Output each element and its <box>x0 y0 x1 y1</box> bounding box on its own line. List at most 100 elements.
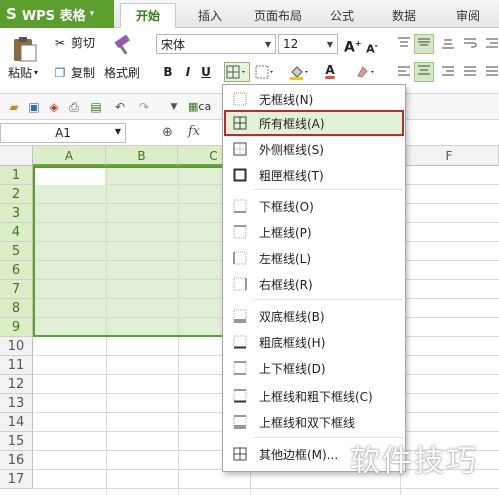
row-header[interactable]: 11 <box>0 356 33 375</box>
italic-button[interactable]: I <box>180 64 196 80</box>
align-right-icon[interactable] <box>440 64 456 80</box>
border-menu-item-label: 下框线(O) <box>259 199 314 214</box>
paste-button[interactable]: 粘贴 ▾ <box>8 64 38 81</box>
align-top-icon[interactable] <box>396 36 412 52</box>
border-menu-item[interactable]: 下框线(O) <box>225 194 403 218</box>
underline-button[interactable]: U <box>198 64 214 80</box>
wrap-text-icon[interactable] <box>462 36 478 52</box>
paste-icon[interactable] <box>10 34 40 64</box>
row-header[interactable]: 14 <box>0 413 33 432</box>
border-menu-item[interactable]: 上框线和双下框线 <box>225 410 403 434</box>
border-dropdown-button[interactable] <box>224 62 250 82</box>
border-menu-item[interactable]: 外侧框线(S) <box>225 137 403 161</box>
font-color-button[interactable]: A <box>318 62 342 78</box>
tab-insert[interactable]: 插入 <box>186 3 234 28</box>
font-size-select[interactable]: 12 ▼ <box>278 34 338 54</box>
align-center-icon[interactable] <box>414 62 434 82</box>
distributed-icon[interactable] <box>484 64 499 80</box>
ribbon-tab-bar: S WPS 表格 ▾ 开始 插入 页面布局 公式 数据 审阅 <box>0 0 499 28</box>
border-menu-item[interactable]: 所有框线(A) <box>224 110 404 136</box>
fill-color-icon[interactable] <box>288 64 312 80</box>
grow-font-icon[interactable]: A+ <box>344 36 362 56</box>
left-border-icon <box>233 251 247 265</box>
top-bottom-border-icon <box>233 361 247 375</box>
tab-data[interactable]: 数据 <box>380 3 428 28</box>
indent-icon[interactable] <box>484 36 499 52</box>
menu-separator <box>253 189 403 190</box>
row-header[interactable]: 13 <box>0 394 33 413</box>
border-menu-item[interactable]: 双底框线(B) <box>225 304 403 328</box>
grid-line <box>33 488 499 489</box>
no-border-icon <box>233 92 247 106</box>
cut-button[interactable]: ✂ 剪切 <box>52 34 95 51</box>
row-header[interactable]: 5 <box>0 242 33 261</box>
thick-box-border-icon <box>233 168 247 182</box>
column-header-b[interactable]: B <box>106 146 178 166</box>
row-header[interactable]: 15 <box>0 432 33 451</box>
border-menu-item-label: 双底框线(B) <box>259 309 325 324</box>
row-header[interactable]: 16 <box>0 451 33 470</box>
row-header[interactable]: 7 <box>0 280 33 299</box>
merge-cells-icon[interactable] <box>254 64 278 80</box>
name-box[interactable]: A1 ▼ <box>0 123 126 143</box>
border-menu-item[interactable]: 左框线(L) <box>225 246 403 270</box>
print-icon[interactable]: ⎙ <box>66 99 82 115</box>
open-folder-icon[interactable]: ▰ <box>6 99 22 115</box>
undo-icon[interactable]: ↶ <box>112 99 128 115</box>
row-header[interactable]: 10 <box>0 337 33 356</box>
save-icon[interactable]: ▣ <box>26 99 42 115</box>
border-menu-item[interactable]: 上框线(P) <box>225 220 403 244</box>
border-menu-item[interactable]: 无框线(N) <box>225 87 403 111</box>
row-header[interactable]: 12 <box>0 375 33 394</box>
wps-logo-icon: S <box>6 5 17 23</box>
align-bottom-icon[interactable] <box>440 36 456 52</box>
row-header[interactable]: 3 <box>0 204 33 223</box>
tab-page-layout[interactable]: 页面布局 <box>244 3 312 28</box>
format-painter-icon[interactable] <box>112 34 136 58</box>
more-borders-icon <box>233 447 247 461</box>
column-header-f[interactable]: F <box>400 146 499 166</box>
app-menu-button[interactable]: S WPS 表格 ▾ <box>0 0 114 28</box>
row-header[interactable]: 4 <box>0 223 33 242</box>
border-menu-item[interactable]: 粗匣框线(T) <box>225 163 403 187</box>
print-preview-icon[interactable]: ▤ <box>88 99 104 115</box>
select-all-corner[interactable] <box>0 146 33 166</box>
shrink-font-icon[interactable]: A- <box>364 38 380 56</box>
border-menu-item[interactable]: 上下框线(D) <box>225 356 403 380</box>
tab-review[interactable]: 审阅 <box>444 3 492 28</box>
font-name-select[interactable]: 宋体 ▼ <box>156 34 276 54</box>
zoom-icon[interactable]: ⊕ <box>162 125 173 140</box>
watermark: 软件技巧 <box>350 444 478 479</box>
active-cell[interactable] <box>35 168 105 185</box>
tab-home[interactable]: 开始 <box>120 3 176 28</box>
export-pdf-icon[interactable]: ◈ <box>46 99 62 115</box>
border-menu-item[interactable]: 上框线和粗下框线(C) <box>225 384 403 408</box>
cell-ref-value: A1 <box>55 126 71 140</box>
chevron-down-icon[interactable]: ▼ <box>166 99 182 115</box>
app-name: WPS 表格 <box>21 8 86 24</box>
border-menu-item-label: 上框线和粗下框线(C) <box>259 389 373 404</box>
paste-label: 粘贴 <box>8 66 33 80</box>
row-header[interactable]: 6 <box>0 261 33 280</box>
chevron-down-icon: ▼ <box>114 127 121 136</box>
row-header[interactable]: 17 <box>0 470 33 489</box>
justify-icon[interactable] <box>462 64 478 80</box>
border-menu-item[interactable]: 右框线(R) <box>225 272 403 296</box>
row-header[interactable]: 8 <box>0 299 33 318</box>
format-painter-button[interactable]: 格式刷 <box>104 64 140 81</box>
row-header[interactable]: 2 <box>0 185 33 204</box>
tab-formulas[interactable]: 公式 <box>318 3 366 28</box>
row-header[interactable]: 9 <box>0 318 33 337</box>
bold-button[interactable]: B <box>160 64 176 80</box>
copy-button[interactable]: ❐ 复制 <box>52 64 95 81</box>
column-header-a[interactable]: A <box>33 146 106 166</box>
clear-format-icon[interactable] <box>354 64 378 80</box>
document-tab[interactable]: ▦ca <box>188 99 222 115</box>
align-middle-icon[interactable] <box>414 34 434 54</box>
font-size-value: 12 <box>283 37 299 51</box>
border-menu-item[interactable]: 粗底框线(H) <box>225 330 403 354</box>
row-header[interactable]: 1 <box>0 166 33 185</box>
fx-icon[interactable]: fx <box>188 124 200 139</box>
redo-icon[interactable]: ↷ <box>136 99 152 115</box>
align-left-icon[interactable] <box>396 64 412 80</box>
